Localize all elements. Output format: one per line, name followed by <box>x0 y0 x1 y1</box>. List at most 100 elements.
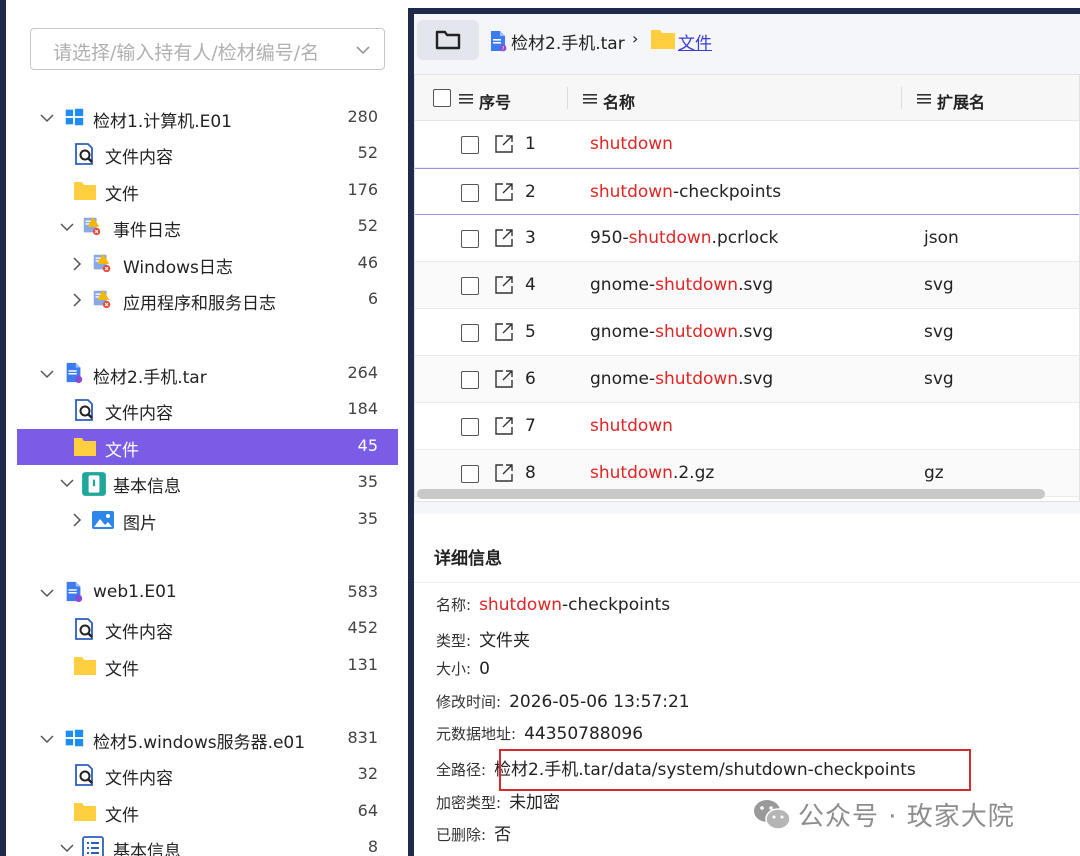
tree-node[interactable]: 文件内容 452 <box>17 611 398 647</box>
tree-node[interactable]: Windows日志 46 <box>17 246 398 282</box>
chevron-right-icon[interactable] <box>69 512 85 528</box>
row-checkbox[interactable] <box>461 230 479 248</box>
tree-node[interactable]: 文件 45 <box>17 429 398 465</box>
tree-node[interactable]: 检材5.windows服务器.e01 831 <box>17 721 398 757</box>
column-divider[interactable] <box>901 87 902 109</box>
tree-node-count: 52 <box>357 216 378 235</box>
row-extension: svg <box>924 369 954 389</box>
folder-icon <box>73 435 97 459</box>
window-top-strip <box>0 0 1080 8</box>
detail-size-value: 0 <box>479 659 490 679</box>
row-checkbox[interactable] <box>461 277 479 295</box>
watermark-text: 公众号 · 玫家大院 <box>798 802 1015 832</box>
row-checkbox[interactable] <box>461 324 479 342</box>
tree-node-label: 检材2.手机.tar <box>93 368 207 388</box>
column-header-extension[interactable]: 扩展名 <box>937 89 985 113</box>
open-external-icon[interactable] <box>493 227 515 249</box>
chevron-down-icon[interactable] <box>39 731 55 747</box>
search-select[interactable]: 请选择/输入持有人/检材编号/名 <box>30 28 385 70</box>
table-row[interactable]: 2 shutdown-checkpoints <box>415 168 1079 215</box>
table-row[interactable]: 3 950-shutdown.pcrlock json <box>415 215 1079 262</box>
table-row[interactable]: 7 shutdown <box>415 403 1079 450</box>
tree-node[interactable]: 文件 131 <box>17 648 398 684</box>
row-extension: gz <box>924 463 944 483</box>
tree-node[interactable]: web1.E01 583 <box>17 575 398 611</box>
table-row[interactable]: 5 gnome-shutdown.svg svg <box>415 309 1079 356</box>
divider <box>414 582 1080 583</box>
chevron-down-icon[interactable] <box>59 475 75 491</box>
open-external-icon[interactable] <box>493 181 515 203</box>
breadcrumb-item-files[interactable]: 文件 <box>678 29 712 54</box>
open-external-icon[interactable] <box>493 133 515 155</box>
chevron-down-icon[interactable] <box>39 110 55 126</box>
row-name: gnome-shutdown.svg <box>590 322 773 342</box>
row-name: 950-shutdown.pcrlock <box>590 228 778 248</box>
tree-node-label: 文件 <box>105 660 139 680</box>
row-checkbox[interactable] <box>461 371 479 389</box>
row-name-suffix: .2.gz <box>672 463 715 483</box>
row-checkbox[interactable] <box>461 184 479 202</box>
row-extension: svg <box>924 275 954 295</box>
row-extension: svg <box>924 322 954 342</box>
tree-node[interactable]: 检材2.手机.tar 264 <box>17 356 398 392</box>
tree-node-label: 应用程序和服务日志 <box>123 294 276 314</box>
horizontal-scrollbar[interactable] <box>417 489 1045 499</box>
toolbar: ? 检材2.手机.tar › 文件 <box>414 14 1080 66</box>
tree-node[interactable]: 检材1.计算机.E01 280 <box>17 100 398 136</box>
row-checkbox[interactable] <box>461 418 479 436</box>
tree-node[interactable]: 文件内容 52 <box>17 136 398 172</box>
path-highlight-box <box>499 749 971 791</box>
row-index: 1 <box>525 134 536 154</box>
chevron-down-icon[interactable] <box>39 366 55 382</box>
event-log-icon <box>81 215 105 239</box>
tree-node-label: 文件内容 <box>105 404 173 424</box>
folder-icon <box>73 654 97 678</box>
image-icon <box>91 508 115 532</box>
select-all-checkbox[interactable] <box>433 89 451 107</box>
detail-enc-label: 加密类型: <box>436 794 502 812</box>
chevron-right-icon[interactable] <box>69 256 85 272</box>
detail-name-suffix: -checkpoints <box>562 595 671 615</box>
row-index: 4 <box>525 275 536 295</box>
row-name: shutdown.2.gz <box>590 463 714 483</box>
chevron-down-icon[interactable] <box>354 41 372 59</box>
breadcrumb-item-archive[interactable]: 检材2.手机.tar <box>511 29 625 54</box>
tree-node-count: 280 <box>347 107 378 126</box>
row-name-suffix: .svg <box>738 275 774 295</box>
tree-node[interactable]: 应用程序和服务日志 6 <box>17 282 398 318</box>
folder-view-button[interactable] <box>417 20 479 60</box>
folder-icon <box>73 800 97 824</box>
tree-node-count: 176 <box>347 180 378 199</box>
svg-text:?: ? <box>502 47 505 53</box>
open-external-icon[interactable] <box>493 462 515 484</box>
table-row[interactable]: 1 shutdown <box>415 121 1079 168</box>
open-external-icon[interactable] <box>493 415 515 437</box>
chevron-down-icon[interactable] <box>39 585 55 601</box>
row-checkbox[interactable] <box>461 136 479 154</box>
chevron-down-icon[interactable] <box>59 840 75 856</box>
tree-node[interactable]: 基本信息 8 <box>17 830 398 856</box>
open-external-icon[interactable] <box>493 321 515 343</box>
sidebar: 请选择/输入持有人/检材编号/名 检材1.计算机.E01 280 文件内容 52 文件 1… <box>6 8 408 856</box>
row-name: gnome-shutdown.svg <box>590 369 773 389</box>
table-row[interactable]: 4 gnome-shutdown.svg svg <box>415 262 1079 309</box>
table-row[interactable]: 6 gnome-shutdown.svg svg <box>415 356 1079 403</box>
tree-node-count: 35 <box>357 509 378 528</box>
column-header-index[interactable]: 序号 <box>479 89 511 113</box>
column-header-name[interactable]: 名称 <box>603 89 635 113</box>
tree-node[interactable]: 文件内容 184 <box>17 392 398 428</box>
tree-node[interactable]: 文件 176 <box>17 173 398 209</box>
tree-node[interactable]: 文件 64 <box>17 794 398 830</box>
open-external-icon[interactable] <box>493 368 515 390</box>
column-divider[interactable] <box>567 87 568 109</box>
chevron-down-icon[interactable] <box>59 219 75 235</box>
list-info-icon <box>81 836 105 856</box>
tree-node[interactable]: 图片 35 <box>17 502 398 538</box>
tree-node[interactable]: 事件日志 52 <box>17 209 398 245</box>
row-name-highlight: shutdown <box>590 182 673 202</box>
row-checkbox[interactable] <box>461 465 479 483</box>
tree-node[interactable]: 基本信息 35 <box>17 465 398 501</box>
tree-node[interactable]: 文件内容 32 <box>17 757 398 793</box>
open-external-icon[interactable] <box>493 274 515 296</box>
chevron-right-icon[interactable] <box>69 292 85 308</box>
